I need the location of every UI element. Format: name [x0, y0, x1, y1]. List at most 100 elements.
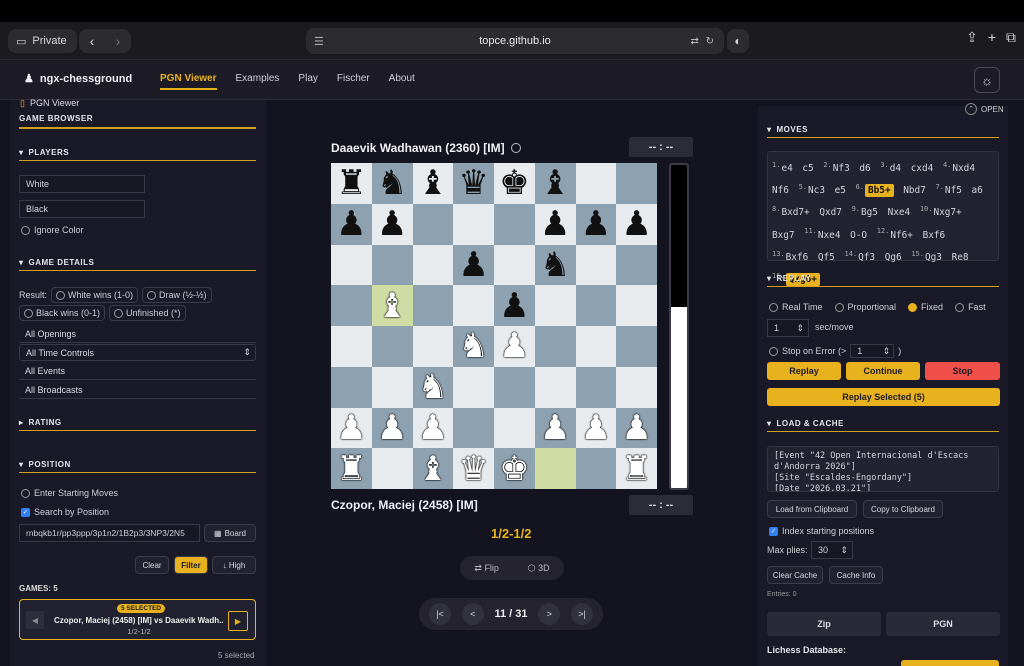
- square-g7[interactable]: ♟: [575, 203, 617, 245]
- prev-game-button[interactable]: ◀: [26, 611, 44, 629]
- square-h3[interactable]: [616, 366, 657, 408]
- square-g3[interactable]: [575, 366, 617, 408]
- square-d8[interactable]: ♛: [453, 163, 494, 204]
- black-king-icon[interactable]: ♚: [499, 166, 529, 200]
- nav-fischer[interactable]: Fischer: [337, 73, 370, 90]
- nav-about[interactable]: About: [389, 73, 415, 90]
- move-item[interactable]: cxd4: [911, 163, 934, 174]
- move-item[interactable]: Nf5: [945, 185, 962, 196]
- square-h1[interactable]: ♜: [616, 448, 657, 489]
- square-d7[interactable]: [453, 203, 494, 245]
- broadcasts-select[interactable]: All Broadcasts: [19, 382, 256, 399]
- square-g8[interactable]: [575, 163, 617, 204]
- square-b2[interactable]: ♟: [371, 407, 413, 449]
- move-item[interactable]: Qg6: [885, 252, 902, 263]
- index-positions-checkbox[interactable]: ✓ Index starting positions: [769, 526, 874, 536]
- private-tab-button[interactable]: ▭ Private: [8, 29, 77, 53]
- unfinished-filter[interactable]: Unfinished (*): [109, 305, 186, 321]
- stop-button[interactable]: Stop: [925, 362, 1000, 380]
- square-d5[interactable]: [453, 285, 494, 326]
- square-f8[interactable]: ♝: [534, 163, 576, 204]
- move-item[interactable]: e4: [781, 163, 792, 174]
- square-d1[interactable]: ♛: [453, 448, 494, 489]
- next-move-button[interactable]: >: [538, 603, 561, 625]
- back-icon[interactable]: ‹: [90, 33, 95, 49]
- move-item[interactable]: Bxf6: [923, 230, 946, 241]
- stop-threshold-stepper[interactable]: 1 ⇕: [850, 344, 895, 358]
- nav-examples[interactable]: Examples: [236, 73, 280, 90]
- white-bishop-icon[interactable]: ♝: [377, 289, 407, 323]
- square-d4[interactable]: ♞: [453, 326, 494, 367]
- first-move-button[interactable]: |<: [429, 603, 451, 625]
- new-tab-icon[interactable]: +: [988, 29, 996, 46]
- square-h7[interactable]: ♟: [616, 203, 657, 245]
- white-bishop-icon[interactable]: ♝: [418, 452, 448, 486]
- square-a3[interactable]: [331, 366, 372, 408]
- replay-selected-button[interactable]: Replay Selected (5): [767, 388, 1000, 406]
- square-b3[interactable]: [371, 366, 413, 408]
- move-item[interactable]: Qxd7: [819, 207, 842, 218]
- continue-button[interactable]: Continue: [846, 362, 920, 380]
- black-pawn-icon[interactable]: ♟: [499, 289, 529, 323]
- forward-icon[interactable]: ›: [116, 33, 121, 49]
- white-knight-icon[interactable]: ♞: [458, 329, 488, 363]
- square-c6[interactable]: [412, 244, 454, 286]
- nav-pgn-viewer[interactable]: PGN Viewer: [160, 73, 217, 90]
- white-player-input[interactable]: White: [19, 175, 145, 193]
- sec-per-move-stepper[interactable]: 1 ⇕: [767, 319, 809, 337]
- clear-button[interactable]: Clear: [135, 556, 169, 574]
- square-h6[interactable]: [616, 244, 657, 286]
- white-pawn-icon[interactable]: ♟: [581, 411, 611, 445]
- mode-proportional[interactable]: Proportional: [834, 302, 896, 312]
- move-item[interactable]: e5: [835, 185, 846, 196]
- white-king-icon[interactable]: ♚: [499, 452, 529, 486]
- 3d-button[interactable]: ⬡ 3D: [528, 563, 550, 574]
- square-b5[interactable]: ♝: [371, 285, 413, 326]
- white-pawn-icon[interactable]: ♟: [540, 411, 570, 445]
- square-f1[interactable]: [534, 448, 576, 489]
- square-g1[interactable]: [575, 448, 617, 489]
- square-h8[interactable]: [616, 163, 657, 204]
- white-pawn-icon[interactable]: ♟: [499, 329, 529, 363]
- black-pawn-icon[interactable]: ♟: [458, 248, 488, 282]
- move-item[interactable]: Qf5: [818, 252, 835, 263]
- mode-real-time[interactable]: Real Time: [769, 302, 823, 312]
- square-a5[interactable]: [331, 285, 372, 326]
- square-g5[interactable]: [575, 285, 617, 326]
- move-item[interactable]: Bb5+: [865, 184, 894, 198]
- square-g6[interactable]: [575, 244, 617, 286]
- square-h2[interactable]: ♟: [616, 407, 657, 449]
- square-f6[interactable]: ♞: [534, 244, 576, 286]
- white-pawn-icon[interactable]: ♟: [418, 411, 448, 445]
- square-g4[interactable]: [575, 326, 617, 367]
- openings-select[interactable]: All Openings: [19, 326, 256, 343]
- black-pawn-icon[interactable]: ♟: [581, 207, 611, 241]
- filter-button[interactable]: Filter: [174, 556, 208, 574]
- stop-on-error-radio[interactable]: [769, 346, 778, 356]
- next-game-button[interactable]: ▶: [228, 611, 248, 631]
- address-bar[interactable]: ☰ topce.github.io ⇄ ↻: [306, 28, 724, 54]
- theme-toggle-button[interactable]: ☼: [974, 67, 1000, 93]
- square-c7[interactable]: [412, 203, 454, 245]
- move-item[interactable]: Nxg7+: [933, 207, 961, 218]
- square-f4[interactable]: [534, 326, 576, 367]
- white-rook-icon[interactable]: ♜: [336, 452, 366, 486]
- chessboard[interactable]: ♜ ♞ ♝ ♛ ♚ ♝ ♟ ♟ ♟ ♟ ♟ ♟ ♞ ♝ ♟ ♞ ♟ ♞ ♟ ♟ ♟ ♟ ♟ ♟ ♜ ♝ ♛ ♚ ♜: [331, 163, 657, 489]
- move-item[interactable]: Bxf6: [786, 252, 809, 263]
- square-e7[interactable]: [494, 203, 535, 245]
- load-clipboard-button[interactable]: Load from Clipboard: [767, 500, 857, 518]
- square-e1[interactable]: ♚: [494, 448, 535, 489]
- cache-info-button[interactable]: Cache Info: [829, 566, 883, 584]
- players-section-toggle[interactable]: ▾ PLAYERS: [19, 148, 69, 157]
- black-knight-icon[interactable]: ♞: [540, 248, 570, 282]
- ignore-color-checkbox[interactable]: Ignore Color: [21, 225, 84, 235]
- nav-play[interactable]: Play: [298, 73, 317, 90]
- move-item[interactable]: a6: [972, 185, 983, 196]
- brand-logo[interactable]: ♟ ngx-chessground: [24, 72, 132, 86]
- square-c2[interactable]: ♟: [412, 407, 454, 449]
- move-item[interactable]: Bxg7: [772, 230, 795, 241]
- fen-input[interactable]: rnbqkb1r/pp3ppp/3p1n2/1B2p3/3NP3/2N5: [19, 524, 200, 542]
- square-h4[interactable]: [616, 326, 657, 367]
- move-item[interactable]: d6: [859, 163, 870, 174]
- square-f7[interactable]: ♟: [534, 203, 576, 245]
